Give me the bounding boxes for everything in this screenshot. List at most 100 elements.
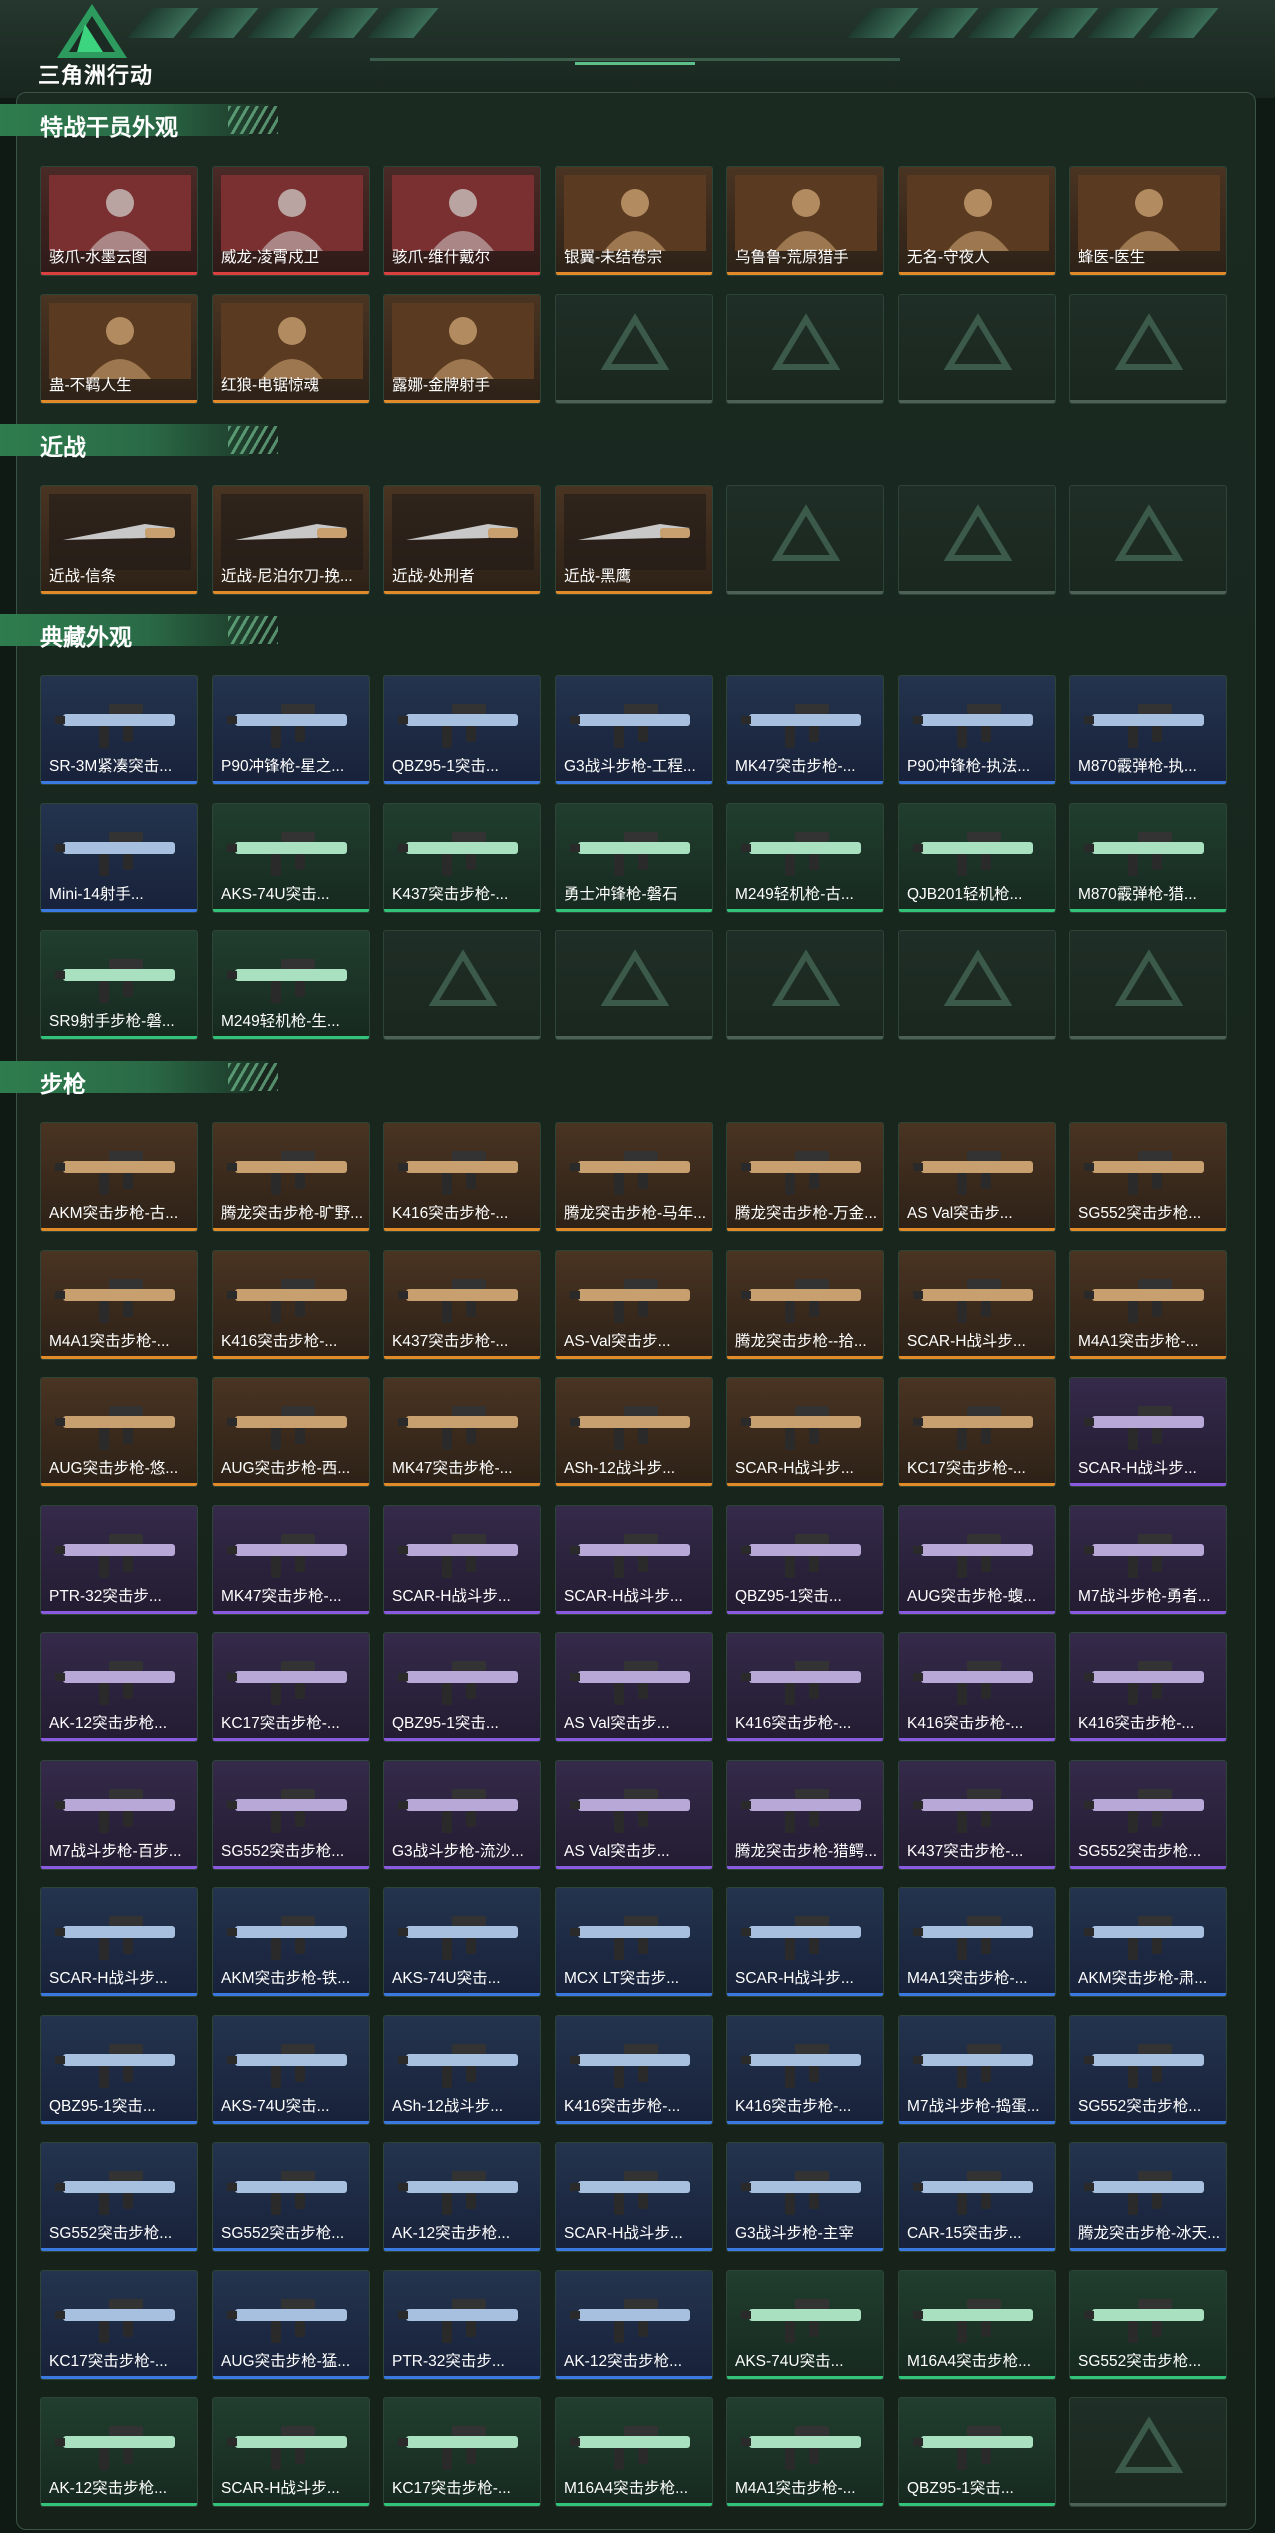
- collection-item-card[interactable]: Mini-14射手...: [40, 803, 198, 913]
- collection-item-card[interactable]: MK47突击步枪-...: [212, 1505, 370, 1615]
- collection-item-card[interactable]: AUG突击步枪-猛...: [212, 2270, 370, 2380]
- collection-item-card[interactable]: SG552突击步枪...: [1069, 2015, 1227, 2125]
- collection-item-card[interactable]: 腾龙突击步枪-万金...: [726, 1122, 884, 1232]
- collection-item-card[interactable]: AKM突击步枪-古...: [40, 1122, 198, 1232]
- collection-item-card[interactable]: M7战斗步枪-百步...: [40, 1760, 198, 1870]
- collection-item-card[interactable]: 腾龙突击步枪--拾...: [726, 1250, 884, 1360]
- collection-item-card[interactable]: M7战斗步枪-勇者...: [1069, 1505, 1227, 1615]
- collection-item-card[interactable]: AUG突击步枪-蝮...: [898, 1505, 1056, 1615]
- collection-item-card[interactable]: MK47突击步枪-...: [726, 675, 884, 785]
- collection-item-card[interactable]: P90冲锋枪-执法...: [898, 675, 1056, 785]
- collection-item-card[interactable]: SCAR-H战斗步...: [898, 1250, 1056, 1360]
- collection-item-card[interactable]: 露娜-金牌射手: [383, 294, 541, 404]
- collection-item-card[interactable]: 骇爪-维什戴尔: [383, 166, 541, 276]
- collection-item-card[interactable]: M4A1突击步枪-...: [726, 2397, 884, 2507]
- collection-item-card[interactable]: AK-12突击步枪...: [383, 2142, 541, 2252]
- collection-item-card[interactable]: 勇士冲锋枪-磐石: [555, 803, 713, 913]
- collection-item-card[interactable]: K416突击步枪-...: [898, 1632, 1056, 1742]
- collection-item-card[interactable]: SR-3M紧凑突击...: [40, 675, 198, 785]
- collection-item-card[interactable]: K416突击步枪-...: [383, 1122, 541, 1232]
- collection-item-card[interactable]: M16A4突击步枪...: [898, 2270, 1056, 2380]
- collection-item-card[interactable]: SCAR-H战斗步...: [555, 2142, 713, 2252]
- collection-item-card[interactable]: SG552突击步枪...: [1069, 1760, 1227, 1870]
- collection-item-card[interactable]: 近战-尼泊尔刀-挽...: [212, 485, 370, 595]
- collection-item-card[interactable]: SG552突击步枪...: [1069, 2270, 1227, 2380]
- collection-item-card[interactable]: M4A1突击步枪-...: [898, 1887, 1056, 1997]
- collection-item-card[interactable]: 蛊-不羁人生: [40, 294, 198, 404]
- collection-item-card[interactable]: KC17突击步枪-...: [898, 1377, 1056, 1487]
- collection-item-card[interactable]: ASh-12战斗步...: [555, 1377, 713, 1487]
- collection-item-card[interactable]: KC17突击步枪-...: [40, 2270, 198, 2380]
- collection-item-card[interactable]: 骇爪-水墨云图: [40, 166, 198, 276]
- collection-item-card[interactable]: CAR-15突击步...: [898, 2142, 1056, 2252]
- collection-item-card[interactable]: K416突击步枪-...: [212, 1250, 370, 1360]
- collection-item-card[interactable]: M870霰弹枪-执...: [1069, 675, 1227, 785]
- collection-item-card[interactable]: AS Val突击步...: [555, 1760, 713, 1870]
- collection-item-card[interactable]: QBZ95-1突击...: [898, 2397, 1056, 2507]
- collection-item-card[interactable]: SCAR-H战斗步...: [383, 1505, 541, 1615]
- collection-item-card[interactable]: K437突击步枪-...: [383, 1250, 541, 1360]
- collection-item-card[interactable]: SG552突击步枪...: [212, 2142, 370, 2252]
- collection-item-card[interactable]: M16A4突击步枪...: [555, 2397, 713, 2507]
- collection-item-card[interactable]: AKS-74U突击...: [726, 2270, 884, 2380]
- collection-item-card[interactable]: QBZ95-1突击...: [383, 675, 541, 785]
- collection-item-card[interactable]: SCAR-H战斗步...: [555, 1505, 713, 1615]
- collection-item-card[interactable]: G3战斗步枪-主宰: [726, 2142, 884, 2252]
- collection-item-card[interactable]: AK-12突击步枪...: [555, 2270, 713, 2380]
- collection-item-card[interactable]: K416突击步枪-...: [726, 1632, 884, 1742]
- collection-item-card[interactable]: 腾龙突击步枪-马年...: [555, 1122, 713, 1232]
- collection-item-card[interactable]: K416突击步枪-...: [555, 2015, 713, 2125]
- collection-item-card[interactable]: SCAR-H战斗步...: [726, 1887, 884, 1997]
- collection-item-card[interactable]: 银翼-未结卷宗: [555, 166, 713, 276]
- collection-item-card[interactable]: K416突击步枪-...: [1069, 1632, 1227, 1742]
- collection-item-card[interactable]: KC17突击步枪-...: [212, 1632, 370, 1742]
- collection-item-card[interactable]: QBZ95-1突击...: [726, 1505, 884, 1615]
- collection-item-card[interactable]: PTR-32突击步...: [383, 2270, 541, 2380]
- collection-item-card[interactable]: M249轻机枪-古...: [726, 803, 884, 913]
- collection-item-card[interactable]: MCX LT突击步...: [555, 1887, 713, 1997]
- collection-item-card[interactable]: SG552突击步枪...: [1069, 1122, 1227, 1232]
- collection-item-card[interactable]: ASh-12战斗步...: [383, 2015, 541, 2125]
- collection-item-card[interactable]: G3战斗步枪-工程...: [555, 675, 713, 785]
- collection-item-card[interactable]: 近战-处刑者: [383, 485, 541, 595]
- collection-item-card[interactable]: AKS-74U突击...: [212, 803, 370, 913]
- collection-item-card[interactable]: 威龙-凌霄戍卫: [212, 166, 370, 276]
- collection-item-card[interactable]: K437突击步枪-...: [898, 1760, 1056, 1870]
- collection-item-card[interactable]: QBZ95-1突击...: [40, 2015, 198, 2125]
- collection-item-card[interactable]: MK47突击步枪-...: [383, 1377, 541, 1487]
- collection-item-card[interactable]: 腾龙突击步枪-旷野...: [212, 1122, 370, 1232]
- collection-item-card[interactable]: QJB201轻机枪...: [898, 803, 1056, 913]
- collection-item-card[interactable]: QBZ95-1突击...: [383, 1632, 541, 1742]
- collection-item-card[interactable]: SR9射手步枪-磐...: [40, 930, 198, 1040]
- collection-item-card[interactable]: AS Val突击步...: [898, 1122, 1056, 1232]
- collection-item-card[interactable]: M4A1突击步枪-...: [40, 1250, 198, 1360]
- collection-item-card[interactable]: M4A1突击步枪-...: [1069, 1250, 1227, 1360]
- collection-item-card[interactable]: SCAR-H战斗步...: [212, 2397, 370, 2507]
- collection-item-card[interactable]: AKS-74U突击...: [383, 1887, 541, 1997]
- collection-item-card[interactable]: P90冲锋枪-星之...: [212, 675, 370, 785]
- collection-item-card[interactable]: M870霰弹枪-猎...: [1069, 803, 1227, 913]
- collection-item-card[interactable]: 腾龙突击步枪-冰天...: [1069, 2142, 1227, 2252]
- collection-item-card[interactable]: AKM突击步枪-肃...: [1069, 1887, 1227, 1997]
- collection-item-card[interactable]: SCAR-H战斗步...: [40, 1887, 198, 1997]
- collection-item-card[interactable]: AUG突击步枪-西...: [212, 1377, 370, 1487]
- collection-item-card[interactable]: SG552突击步枪...: [212, 1760, 370, 1870]
- collection-item-card[interactable]: K437突击步枪-...: [383, 803, 541, 913]
- collection-item-card[interactable]: M249轻机枪-生...: [212, 930, 370, 1040]
- collection-item-card[interactable]: AKS-74U突击...: [212, 2015, 370, 2125]
- collection-item-card[interactable]: SCAR-H战斗步...: [726, 1377, 884, 1487]
- collection-item-card[interactable]: SCAR-H战斗步...: [1069, 1377, 1227, 1487]
- collection-item-card[interactable]: AKM突击步枪-铁...: [212, 1887, 370, 1997]
- collection-item-card[interactable]: KC17突击步枪-...: [383, 2397, 541, 2507]
- collection-item-card[interactable]: 蜂医-医生: [1069, 166, 1227, 276]
- collection-item-card[interactable]: 无名-守夜人: [898, 166, 1056, 276]
- collection-item-card[interactable]: 近战-信条: [40, 485, 198, 595]
- collection-item-card[interactable]: 乌鲁鲁-荒原猎手: [726, 166, 884, 276]
- collection-item-card[interactable]: SG552突击步枪...: [40, 2142, 198, 2252]
- collection-item-card[interactable]: 红狼-电锯惊魂: [212, 294, 370, 404]
- collection-item-card[interactable]: AK-12突击步枪...: [40, 1632, 198, 1742]
- collection-item-card[interactable]: 腾龙突击步枪-猎鳄...: [726, 1760, 884, 1870]
- collection-item-card[interactable]: AUG突击步枪-悠...: [40, 1377, 198, 1487]
- collection-item-card[interactable]: M7战斗步枪-捣蛋...: [898, 2015, 1056, 2125]
- collection-item-card[interactable]: PTR-32突击步...: [40, 1505, 198, 1615]
